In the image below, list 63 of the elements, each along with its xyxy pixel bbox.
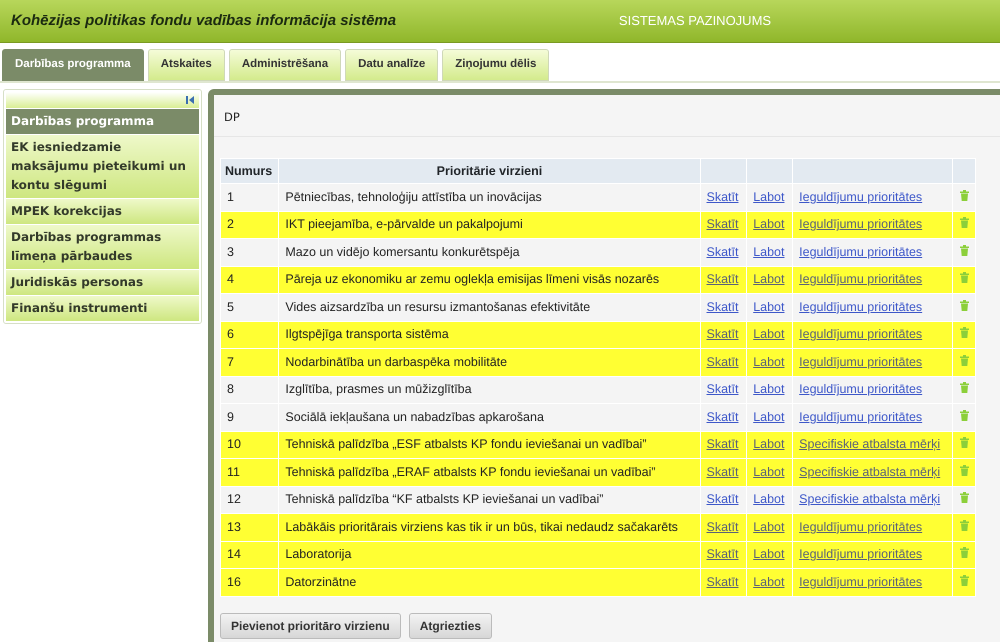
sidebar-item[interactable]: Darbības programma bbox=[6, 108, 199, 134]
table-cell: Nodarbinātība un darbaspēka mobilitāte bbox=[278, 348, 700, 376]
table-cell: 14 bbox=[220, 541, 279, 568]
sidebar-item[interactable]: Juridiskās personas bbox=[6, 269, 199, 295]
table-cell: Tehniskā palīdzība „ESF atbalsts KP fondu ieviešanai un vadībai” bbox=[278, 431, 700, 458]
tab[interactable]: Atskaites bbox=[148, 49, 225, 81]
delete-icon[interactable] bbox=[960, 410, 969, 421]
table-cell: Labākāis prioritārais virziens kas tik ir un būs, tikai nedaudz sačakarēts bbox=[278, 514, 700, 541]
sidebar-item[interactable]: Finanšu instrumenti bbox=[6, 295, 199, 321]
table-cell: Tehniskā palīdzība “KF atbalsts KP ieviešanai un vadībai” bbox=[278, 486, 700, 514]
sidebar-item[interactable]: Darbības programmas līmeņa pārbaudes bbox=[6, 224, 199, 269]
table-cell: Pētniecības, tehnoloģiju attīstība un inovācijas bbox=[278, 184, 700, 211]
table-cell: 16 bbox=[220, 568, 279, 596]
table-cell: 12 bbox=[220, 486, 279, 514]
delete-icon[interactable] bbox=[960, 520, 969, 531]
tab[interactable]: Darbības programma bbox=[2, 49, 144, 81]
delete-icon[interactable] bbox=[960, 244, 969, 256]
table-cell: Datorzinātne bbox=[278, 568, 700, 596]
table-cell: 4 bbox=[220, 266, 279, 294]
tab[interactable]: Administrēšana bbox=[228, 49, 342, 81]
column-header: Prioritārie virzieni bbox=[278, 158, 700, 184]
delete-icon[interactable] bbox=[960, 574, 969, 586]
table-cell: 1 bbox=[220, 184, 279, 211]
action-button[interactable]: Pievienot prioritāro virzienu bbox=[220, 612, 401, 638]
table-cell: 10 bbox=[220, 431, 279, 458]
app-title: Kohēzijas politikas fondu vadības informācija sistēma bbox=[10, 10, 398, 31]
table-cell: 8 bbox=[220, 376, 279, 404]
table-cell: Mazo un vidējo komersantu konkurētspēja bbox=[278, 238, 700, 266]
table-cell: Izglītība, prasmes un mūžizglītība bbox=[278, 376, 700, 404]
table-cell: Laboratorija bbox=[278, 541, 700, 568]
collapse-icon[interactable] bbox=[185, 95, 195, 105]
sidebar-item[interactable]: MPEK korekcijas bbox=[6, 198, 199, 224]
table-cell: 7 bbox=[220, 348, 279, 376]
tab[interactable]: Datu analīze bbox=[345, 49, 438, 81]
delete-icon[interactable] bbox=[960, 272, 969, 284]
delete-icon[interactable] bbox=[960, 547, 969, 558]
table-cell: 13 bbox=[220, 514, 279, 541]
table-cell: 2 bbox=[220, 211, 279, 238]
table-cell: IKT pieejamība, e-pārvalde un pakalpojumi bbox=[278, 211, 700, 238]
table-cell: 11 bbox=[220, 458, 279, 486]
delete-icon[interactable] bbox=[960, 492, 969, 504]
column-header: Numurs bbox=[220, 158, 279, 184]
delete-icon[interactable] bbox=[960, 437, 969, 448]
delete-icon[interactable] bbox=[960, 382, 969, 394]
delete-icon[interactable] bbox=[960, 464, 969, 476]
delete-icon[interactable] bbox=[960, 217, 969, 228]
table-cell: Tehniskā palīdzība „ERAF atbalsts KP fondu ieviešanai un vadībai” bbox=[278, 458, 700, 486]
table-cell: Sociālā iekļaušana un nabadzības apkarošana bbox=[278, 404, 700, 431]
delete-icon[interactable] bbox=[960, 300, 969, 311]
delete-icon[interactable] bbox=[960, 327, 969, 338]
table-cell: 9 bbox=[220, 404, 279, 431]
table-cell: 5 bbox=[220, 294, 279, 321]
delete-icon[interactable] bbox=[960, 354, 969, 366]
table-cell: Ilgtspējīga transporta sistēma bbox=[278, 321, 700, 348]
delete-icon[interactable] bbox=[960, 190, 969, 201]
breadcrumb: DP bbox=[214, 95, 1000, 137]
table-cell: 6 bbox=[220, 321, 279, 348]
table-cell: 3 bbox=[220, 238, 279, 266]
table-cell: Vides aizsardzība un resursu izmantošanas efektivitāte bbox=[278, 294, 700, 321]
table-cell: Pāreja uz ekonomiku ar zemu oglekļa emisijas līmeni visās nozarēs bbox=[278, 266, 700, 294]
tab[interactable]: Ziņojumu dēlis bbox=[442, 49, 550, 81]
action-button[interactable]: Atgriezties bbox=[408, 612, 492, 638]
sidebar-item[interactable]: EK iesniedzamie maksājumu pieteikumi un kontu slēgumi bbox=[6, 134, 199, 198]
